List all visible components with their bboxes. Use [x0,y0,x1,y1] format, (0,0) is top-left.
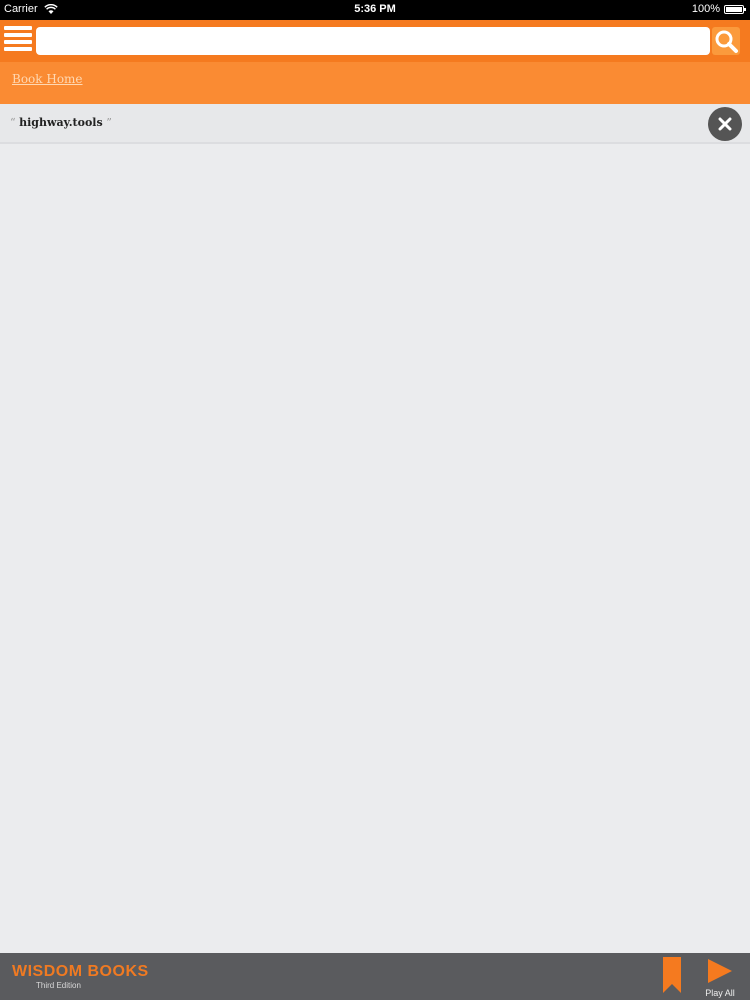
remove-result-button[interactable] [708,107,742,141]
breadcrumb-book-home-link[interactable]: Book Home [12,72,83,86]
bookmark-button[interactable] [660,956,684,994]
list-item: “ highway.tools ” [0,104,750,144]
play-all-label: Play All [705,988,735,998]
play-icon [708,959,732,983]
battery-fill [726,6,742,12]
close-quote: ” [106,116,112,129]
bookmark-icon [663,957,681,993]
search-input[interactable] [36,27,710,55]
battery-icon [724,4,746,14]
menu-button[interactable] [4,26,32,56]
close-icon [718,117,732,131]
status-time: 5:36 PM [354,3,396,15]
search-result-text[interactable]: “ highway.tools ” [10,116,112,129]
top-toolbar [0,20,750,62]
status-bar: Carrier 5:36 PM 100% [0,0,750,20]
magnifier-icon [715,30,738,53]
status-right: 100% [691,3,746,15]
logo-title: WISDOM BOOKS [12,963,149,980]
breadcrumb: Book Home [0,62,750,104]
app-logo: WISDOM BOOKS Third Edition [12,963,149,991]
search-term: highway.tools [19,116,103,129]
open-quote: “ [10,116,16,129]
bottom-toolbar: WISDOM BOOKS Third Edition Play All [0,953,750,1000]
battery-percent: 100% [691,3,720,15]
search-button[interactable] [712,27,740,55]
hamburger-menu-icon [4,26,32,51]
play-all-button[interactable]: Play All [698,956,742,1000]
logo-subtitle: Third Edition [36,981,81,990]
